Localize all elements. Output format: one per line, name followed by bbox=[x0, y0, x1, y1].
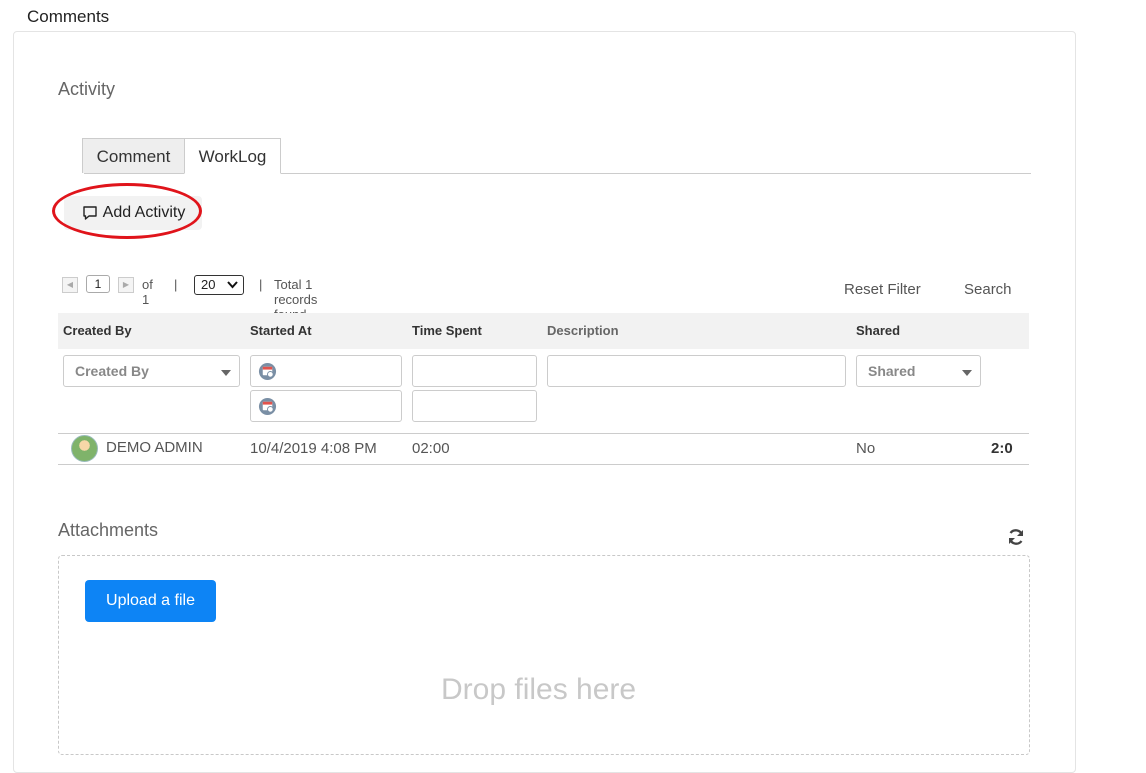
column-started-at[interactable]: Started At bbox=[250, 323, 312, 338]
calendar-icon[interactable] bbox=[258, 397, 277, 416]
page-of-text: of 1 bbox=[142, 277, 153, 307]
time-spent-from-filter[interactable] bbox=[412, 355, 537, 387]
pager-separator: | bbox=[174, 277, 178, 292]
row-total: 2:0 bbox=[991, 440, 1013, 457]
shared-filter-placeholder: Shared bbox=[868, 363, 916, 379]
column-shared[interactable]: Shared bbox=[856, 323, 900, 338]
pager-separator: | bbox=[259, 277, 263, 292]
row-divider bbox=[58, 464, 1029, 465]
calendar-icon[interactable] bbox=[258, 362, 277, 381]
tab-worklog[interactable]: WorkLog bbox=[184, 138, 281, 174]
attachments-title: Attachments bbox=[58, 520, 159, 540]
page-size-value: 20 bbox=[201, 277, 216, 292]
row-shared: No bbox=[856, 440, 876, 457]
upload-file-button[interactable]: Upload a file bbox=[85, 580, 216, 622]
started-at-to-filter[interactable] bbox=[250, 390, 402, 422]
column-description[interactable]: Description bbox=[547, 323, 619, 338]
caret-down-icon bbox=[221, 370, 231, 376]
column-time-spent[interactable]: Time Spent bbox=[412, 323, 482, 338]
activity-title: Activity bbox=[58, 79, 116, 99]
created-by-filter-placeholder: Created By bbox=[75, 363, 149, 379]
refresh-icon[interactable] bbox=[1006, 527, 1026, 547]
reset-filter-button[interactable]: Reset Filter bbox=[844, 281, 921, 298]
created-by-filter[interactable]: Created By bbox=[63, 355, 240, 387]
comment-icon bbox=[82, 206, 97, 220]
section-title: Comments bbox=[27, 7, 110, 26]
caret-down-icon bbox=[962, 370, 972, 376]
time-spent-to-filter[interactable] bbox=[412, 390, 537, 422]
shared-filter[interactable]: Shared bbox=[856, 355, 981, 387]
started-at-from-filter[interactable] bbox=[250, 355, 402, 387]
search-button[interactable]: Search bbox=[964, 281, 1012, 298]
page-number-input[interactable]: 1 bbox=[86, 275, 110, 293]
add-activity-label: Add Activity bbox=[102, 204, 186, 221]
description-filter[interactable] bbox=[547, 355, 846, 387]
row-time-spent: 02:00 bbox=[412, 440, 450, 457]
row-divider bbox=[58, 433, 1029, 434]
avatar bbox=[71, 435, 98, 462]
add-activity-button[interactable]: Add Activity bbox=[64, 196, 202, 230]
drop-files-text: Drop files here bbox=[441, 673, 637, 706]
next-page-button[interactable]: ▶ bbox=[118, 277, 134, 293]
column-created-by[interactable]: Created By bbox=[63, 323, 132, 338]
chevron-down-icon bbox=[227, 281, 238, 289]
page-size-select[interactable]: 20 bbox=[194, 275, 244, 295]
row-started-at: 10/4/2019 4:08 PM bbox=[250, 440, 377, 457]
tab-comment[interactable]: Comment bbox=[82, 138, 185, 173]
row-created-by: DEMO ADMIN bbox=[106, 439, 203, 456]
prev-page-button[interactable]: ◀ bbox=[62, 277, 78, 293]
